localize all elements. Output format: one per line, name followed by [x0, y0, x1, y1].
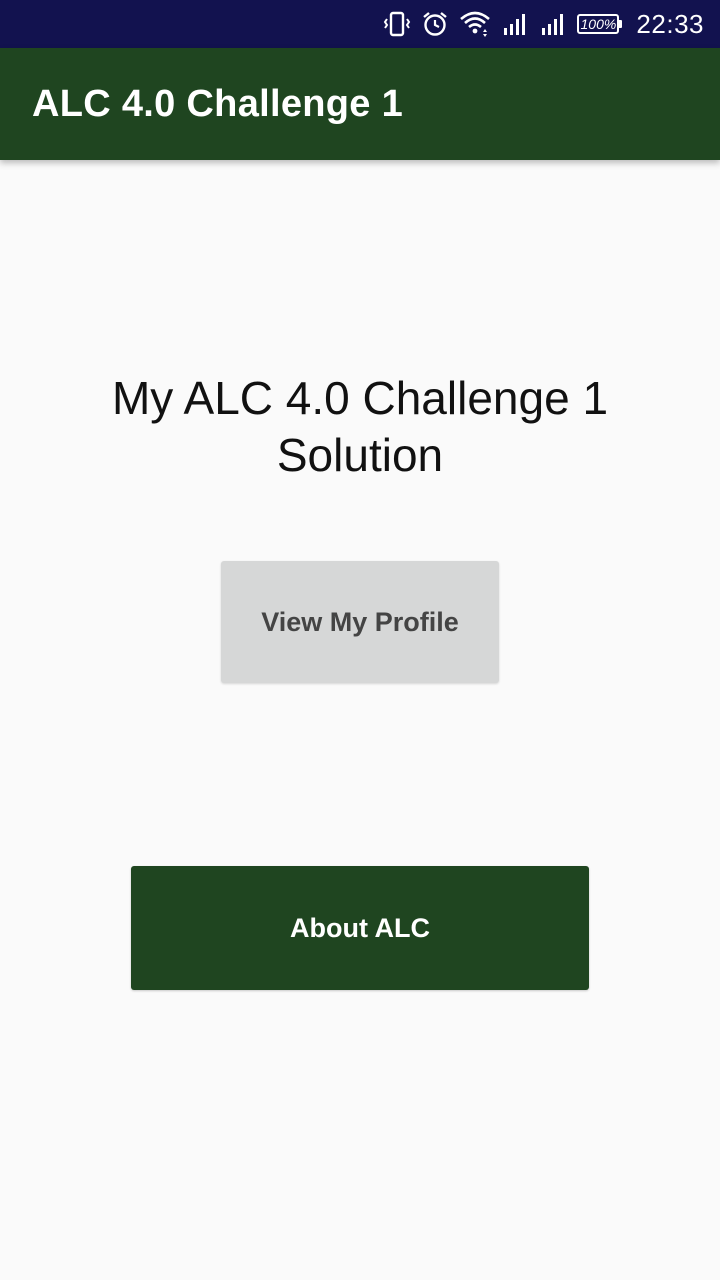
- about-alc-button[interactable]: About ALC: [131, 866, 589, 990]
- battery-level: 100%: [577, 14, 620, 34]
- battery-tip: [619, 20, 623, 28]
- app-title: ALC 4.0 Challenge 1: [32, 82, 404, 125]
- signal-2-icon: [539, 10, 567, 38]
- view-profile-button[interactable]: View My Profile: [221, 561, 499, 683]
- status-bar: 100% 22:33: [0, 0, 720, 48]
- vibrate-icon: [383, 10, 411, 38]
- status-icons: 100% 22:33: [383, 9, 704, 40]
- signal-1-icon: [501, 10, 529, 38]
- page-heading: My ALC 4.0 Challenge 1 Solution: [111, 372, 609, 481]
- app-bar: ALC 4.0 Challenge 1: [0, 48, 720, 160]
- alarm-icon: [421, 10, 449, 38]
- status-time: 22:33: [636, 8, 704, 39]
- wifi-icon: [459, 10, 491, 38]
- battery-icon: 100%: [577, 14, 623, 34]
